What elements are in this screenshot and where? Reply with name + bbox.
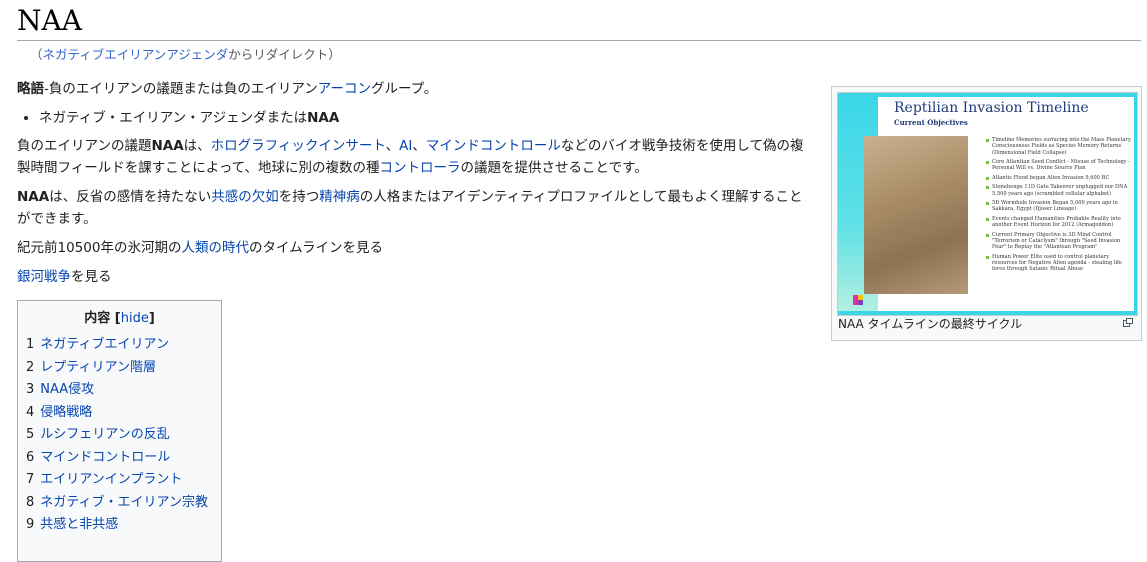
- toc-number: 3: [26, 382, 35, 397]
- text-bold: NAA: [307, 110, 340, 126]
- list-item: ネガティブ・エイリアン・アジェンダまたはNAA: [39, 107, 807, 129]
- toc-link[interactable]: ルシフェリアンの反乱: [40, 427, 169, 442]
- toc-item: 5 ルシフェリアンの反乱: [26, 424, 221, 447]
- toc-number: 5: [26, 427, 35, 442]
- toc-number: 4: [26, 404, 35, 420]
- slide-subtitle: Current Objectives: [894, 118, 968, 127]
- slide-title: Reptilian Invasion Timeline: [894, 100, 1089, 116]
- psychopathy-link[interactable]: 精神病: [319, 189, 360, 205]
- text-bold: NAA: [17, 189, 50, 205]
- egyptian-relief-image: [864, 136, 968, 294]
- slide-bullet: Atlantis Flood began Alien Invasion 9,60…: [986, 175, 1134, 181]
- slide-bullet: Events changed Humanities Probable Reali…: [986, 216, 1134, 229]
- archon-link[interactable]: アーコン: [318, 81, 371, 97]
- slide-border: [838, 93, 1137, 97]
- redirect-suffix: からリダイレクト）: [228, 47, 341, 62]
- slide-bullet: Stonehenge 11D Gate Takeover unplugged o…: [986, 184, 1134, 197]
- toc-item: 9 共感と非共感: [26, 514, 221, 537]
- toc-link[interactable]: ネガティブ・エイリアン宗教: [40, 495, 208, 510]
- timeline-slide-image[interactable]: Reptilian Invasion Timeline Current Obje…: [837, 92, 1138, 316]
- toc-number: 8: [26, 494, 35, 510]
- text: のタイムラインを見る: [248, 240, 384, 256]
- toc-link[interactable]: 共感と非共感: [40, 517, 118, 532]
- table-of-contents: 内容 [hide] 1 ネガティブエイリアン 2 レプティリアン階層 3 NAA侵攻 …: [17, 300, 222, 562]
- toc-number: 9: [26, 517, 35, 532]
- toc-hide-link[interactable]: hide: [121, 311, 149, 326]
- text: ネガティブ・エイリアン・アジェンダまたは: [39, 110, 308, 126]
- title-divider: [17, 40, 1141, 41]
- text: を持つ: [278, 189, 320, 205]
- paragraph-timeline: 紀元前10500年の氷河期の人類の時代のタイムラインを見る: [17, 237, 807, 259]
- toc-item: 8 ネガティブ・エイリアン宗教: [26, 492, 221, 515]
- redirect-notice: （ネガティブエイリアンアジェンダからリダイレクト）: [30, 46, 341, 64]
- toc-link[interactable]: マインドコントロール: [40, 450, 170, 465]
- thumbnail-figure: Reptilian Invasion Timeline Current Obje…: [831, 86, 1142, 341]
- text: 、: [412, 138, 426, 154]
- text: を見る: [71, 269, 112, 285]
- toc-number: 7: [26, 472, 35, 487]
- controller-link[interactable]: コントローラ: [379, 160, 460, 176]
- text: は、反省の感情を持たない: [49, 189, 212, 205]
- toc-item: 4 侵略戦略: [26, 402, 221, 425]
- text: 負のエイリアンの議題または負のエイリアン: [48, 81, 318, 97]
- text: 、: [385, 138, 400, 154]
- slide-border: [838, 311, 1137, 315]
- article-body: 略語-負のエイリアンの議題または負のエイリアンアーコングループ。 ネガティブ・エ…: [17, 78, 807, 295]
- paragraph-profile: NAAは、反省の感情を持たない共感の欠如を持つ精神病の人格またはアイデンティティ…: [17, 186, 807, 230]
- page-title: NAA: [17, 4, 82, 37]
- slide-bullet: Human Power Elite used to control planet…: [986, 254, 1134, 273]
- age-of-humanity-link[interactable]: 人類の時代: [181, 240, 249, 256]
- holographic-insert-link[interactable]: ホログラフィックインサート: [211, 138, 386, 154]
- text: 紀元前10500年の氷河期の: [17, 240, 182, 256]
- toc-item: 3 NAA侵攻: [26, 379, 221, 402]
- redirect-paren: （: [30, 47, 43, 62]
- ai-link[interactable]: AI: [399, 138, 412, 154]
- redirect-source-link[interactable]: ネガティブエイリアンアジェンダ: [43, 47, 229, 62]
- abbr-bold: 略語: [17, 81, 44, 97]
- galactic-war-link[interactable]: 銀河戦争: [17, 269, 71, 285]
- text: の議題を提供させることです。: [460, 160, 648, 176]
- toc-item: 1 ネガティブエイリアン: [26, 334, 221, 357]
- toc-number: 6: [26, 449, 35, 465]
- slide-bullet: Core Atlantian Seed Conflict - Misuse of…: [986, 159, 1134, 172]
- toc-title: 内容: [84, 311, 111, 326]
- enlarge-icon[interactable]: [1123, 318, 1133, 327]
- paragraph-definition: 負のエイリアンの議題NAAは、ホログラフィックインサート、AI、マインドコントロ…: [17, 135, 807, 179]
- slide-bullet: 5D Wormhole Invasion Began 5,000 years a…: [986, 200, 1134, 213]
- toc-item: 6 マインドコントロール: [26, 447, 221, 470]
- slide-logo-icon: [853, 295, 863, 305]
- toc-link[interactable]: エイリアンインプラント: [40, 472, 182, 487]
- toc-link[interactable]: レプティリアン階層: [40, 360, 156, 375]
- text: グループ。: [371, 81, 438, 97]
- toc-link[interactable]: 侵略戦略: [40, 405, 92, 420]
- toc-header: 内容 [hide]: [18, 310, 221, 328]
- toc-bracket: ]: [148, 311, 155, 326]
- text: 負のエイリアンの議題: [17, 138, 152, 154]
- text: は、: [183, 138, 211, 154]
- thumbnail-caption: NAA タイムラインの最終サイクル: [838, 317, 1023, 331]
- alias-list: ネガティブ・エイリアン・アジェンダまたはNAA: [17, 107, 807, 129]
- toc-link[interactable]: ネガティブエイリアン: [40, 337, 169, 352]
- slide-border: [1134, 93, 1137, 315]
- toc-number: 1: [26, 337, 35, 352]
- toc-item: 2 レプティリアン階層: [26, 357, 221, 380]
- paragraph-galactic: 銀河戦争を見る: [17, 266, 807, 288]
- slide-bullet: Timeline Memories surfacing into the Mas…: [986, 137, 1134, 156]
- text-bold: NAA: [151, 138, 184, 154]
- toc-list: 1 ネガティブエイリアン 2 レプティリアン階層 3 NAA侵攻 4 侵略戦略 5 ルシフ…: [18, 334, 221, 537]
- mind-control-link[interactable]: マインドコントロール: [426, 138, 561, 154]
- slide-bullet: Current Primary Objective is 3D Mind Con…: [986, 232, 1134, 251]
- toc-item: 7 エイリアンインプラント: [26, 469, 221, 492]
- slide-bullets: Timeline Memories surfacing into the Mas…: [986, 137, 1134, 276]
- toc-number: 2: [26, 359, 35, 375]
- paragraph-abbreviation: 略語-負のエイリアンの議題または負のエイリアンアーコングループ。: [17, 78, 807, 100]
- toc-link[interactable]: NAA侵攻: [40, 382, 94, 397]
- lack-of-empathy-link[interactable]: 共感の欠如: [211, 189, 279, 205]
